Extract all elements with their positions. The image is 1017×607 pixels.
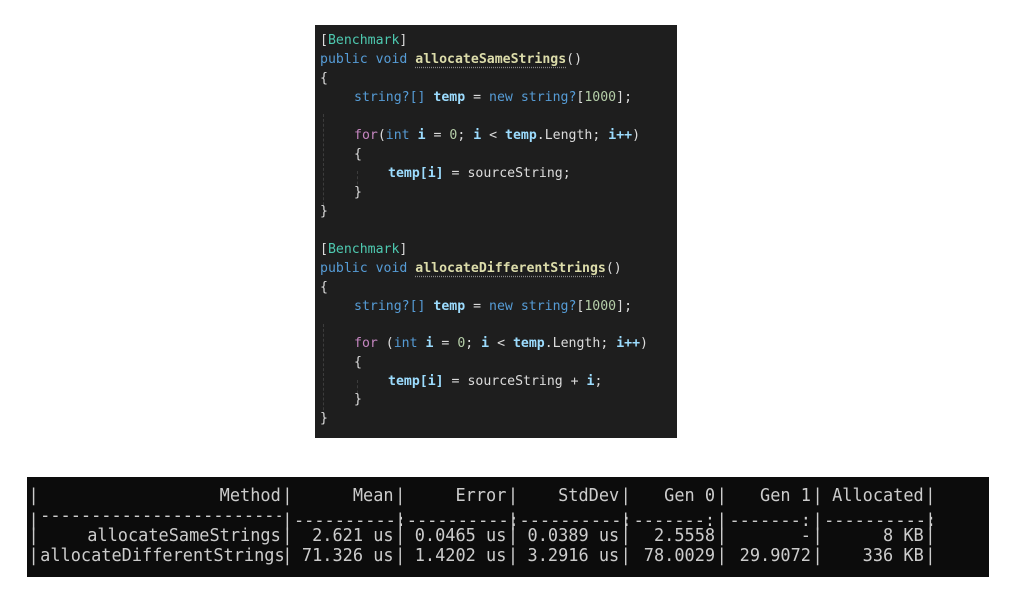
decl-type: string?[] (354, 90, 426, 105)
code-line-inner-open: { (354, 353, 362, 372)
table-separator-row: |-------------------------|----------:|-… (28, 506, 937, 531)
assign-target: temp[i] (388, 374, 444, 389)
code-line-inner-open: { (354, 145, 362, 164)
decl-size: 1000 (584, 299, 617, 314)
decl-eq: = (473, 90, 482, 105)
decl-type2: string? (520, 90, 577, 105)
loop-inc: i++ (608, 128, 633, 143)
indent-guide (323, 114, 324, 215)
code-line-close-brace: } (320, 202, 328, 221)
benchmark-results-console: | Method| Mean| Error| StdDev| Gen 0| Gen 1| Al… (27, 477, 989, 577)
code-line-declaration: string?[] temp = new string?[1000]; (354, 90, 633, 105)
close-brace: } (320, 204, 328, 219)
cell-gen1: 29.9072 (739, 545, 811, 566)
decl-var: temp (433, 299, 466, 314)
loop-var: i (417, 128, 426, 143)
attribute-name: Benchmark (327, 242, 400, 257)
header-allocated: Allocated (832, 485, 924, 506)
table-row: | allocateSameStrings| 2.621 us| 0.0465 us|… (28, 525, 936, 546)
loop-var: i (425, 336, 434, 351)
cell-stddev: 3.2916 us (527, 545, 620, 566)
decl-new: new (489, 90, 513, 105)
decl-size: 1000 (584, 90, 617, 105)
code-line-signature: public void allocateSameStrings() (320, 50, 582, 69)
for-keyword: for (354, 336, 378, 351)
cell-method: allocateSameStrings (87, 525, 281, 546)
loop-cond-var: temp (505, 128, 537, 143)
loop-cond-prop: .Length (544, 336, 601, 351)
close-brace: } (320, 411, 328, 426)
cell-gen0: 2.5558 (653, 525, 716, 546)
loop-cond-var: temp (512, 336, 545, 351)
code-line-for: for(int i = 0; i < temp.Length; i++) (354, 128, 641, 143)
method-name[interactable]: allocateDifferentStrings (415, 261, 606, 276)
attribute-name: Benchmark (327, 33, 400, 48)
modifiers: public void (320, 52, 408, 67)
params: () (566, 52, 583, 67)
header-gen1: Gen 1 (760, 485, 811, 506)
loop-int: int (393, 336, 418, 351)
code-line-inner-close: } (354, 390, 362, 409)
loop-inc: i++ (616, 336, 641, 351)
code-line-attribute: [Benchmark] (320, 242, 408, 257)
assign-target: temp[i] (388, 166, 444, 181)
open-brace: { (320, 71, 328, 86)
modifiers: public void (320, 261, 408, 276)
code-line-for: for (int i = 0; i < temp.Length; i++) (354, 336, 648, 351)
decl-new: new (489, 299, 513, 314)
code-line-open-brace: { (320, 278, 328, 297)
code-line-close-brace: } (320, 409, 328, 428)
params: () (605, 261, 622, 276)
cell-gen0: 78.0029 (643, 545, 716, 566)
cell-gen1: - (800, 525, 811, 546)
cell-mean: 2.621 us (312, 525, 394, 546)
for-paren: ( (377, 128, 386, 143)
cell-stddev: 0.0389 us (527, 525, 620, 546)
inner-open-brace: { (354, 355, 362, 370)
inner-close-brace: } (354, 392, 362, 407)
method-name[interactable]: allocateSameStrings (415, 52, 566, 67)
code-line-inner-close: } (354, 183, 362, 202)
header-gen0: Gen 0 (664, 485, 716, 506)
cell-allocated: 8 KB (883, 525, 924, 546)
decl-type: string?[] (354, 299, 426, 314)
for-paren: ( (377, 336, 394, 351)
decl-type2: string? (520, 299, 577, 314)
header-mean: Mean (352, 485, 394, 506)
cell-error: 1.4202 us (414, 545, 507, 566)
separator-cell: ------------------------- (40, 506, 281, 526)
open-brace: { (320, 280, 328, 295)
cell-error: 0.0465 us (414, 525, 507, 546)
table-header-row: | Method| Mean| Error| StdDev| Gen 0| Gen 1| Al… (28, 485, 936, 506)
decl-var: temp (433, 90, 466, 105)
code-line-signature: public void allocateDifferentStrings() (320, 259, 622, 278)
code-line-open-brace: { (320, 69, 328, 88)
cell-method: allocateDifferentStrings (40, 545, 285, 566)
loop-cond-prop: .Length (536, 128, 593, 143)
header-error: Error (455, 485, 507, 506)
code-line-attribute: [Benchmark] (320, 33, 408, 48)
header-method: Method (219, 485, 281, 506)
cell-allocated: 336 KB (862, 545, 924, 566)
loop-int: int (385, 128, 410, 143)
assign-value: sourceString + (467, 374, 587, 389)
header-stddev: StdDev (558, 485, 620, 506)
code-line-assign: temp[i] = sourceString + i; (388, 374, 603, 389)
table-row: |allocateDifferentStrings| 71.326 us| 1.42… (28, 545, 936, 566)
code-line-declaration: string?[] temp = new string?[1000]; (354, 299, 633, 314)
assign-value: sourceString; (467, 166, 571, 181)
for-keyword: for (354, 128, 378, 143)
code-line-assign: temp[i] = sourceString; (388, 166, 571, 181)
cell-mean: 71.326 us (301, 545, 394, 566)
decl-eq: = (473, 299, 482, 314)
inner-close-brace: } (354, 185, 362, 200)
inner-open-brace: { (354, 147, 362, 162)
code-editor-snippet: [Benchmark] public void allocateSameStri… (315, 25, 677, 438)
